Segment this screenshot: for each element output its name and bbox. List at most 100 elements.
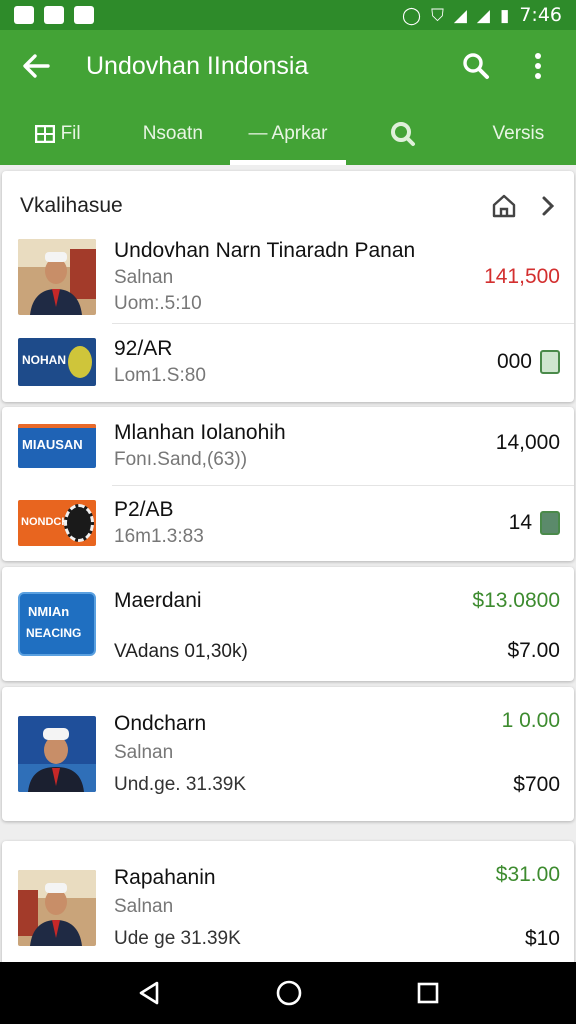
home-nav-icon[interactable] bbox=[274, 978, 304, 1008]
status-left bbox=[14, 6, 94, 24]
tab-label: Aprkar bbox=[271, 122, 328, 144]
person-photo bbox=[18, 239, 96, 315]
logo-text: NONDCH bbox=[21, 516, 70, 528]
document-icon[interactable] bbox=[540, 511, 560, 535]
arrow-left-icon bbox=[23, 54, 50, 78]
item-texts: Ondcharn Salnan Und.ge. 31.39K bbox=[114, 712, 502, 796]
status-bar: ◯ ⛉ ◢ ◢ ▮ 7:46 bbox=[0, 0, 576, 30]
toolbar: Undovhan IIndonsia bbox=[0, 30, 576, 102]
item-meta: Lom1.S:80 bbox=[114, 365, 206, 386]
card-header-title: Vkalihasue bbox=[20, 194, 123, 217]
content-list: Vkalihasue Undovhan Narn Tinaradn Panan … bbox=[0, 165, 576, 962]
item-price: 14 bbox=[508, 511, 532, 534]
item-price: 141,500 bbox=[484, 265, 560, 288]
brand-logo: NONDCH bbox=[18, 500, 96, 546]
logo-text: MIAUSAN bbox=[22, 437, 83, 452]
list-item[interactable]: Ondcharn Salnan Und.ge. 31.39K 1 0.00 $7… bbox=[2, 687, 574, 821]
card: Vkalihasue Undovhan Narn Tinaradn Panan … bbox=[2, 171, 574, 402]
list-item[interactable]: Undovhan Narn Tinaradn Panan Salnan Uom:… bbox=[2, 231, 574, 323]
app-bar: Undovhan IIndonsia Fil Nsoatn — Aprkar V… bbox=[0, 30, 576, 165]
dash-icon: — bbox=[248, 122, 268, 144]
item-texts: P2/AB 16m1.3:83 bbox=[114, 498, 509, 548]
item-texts: 92/AR Lom1.S:80 bbox=[114, 337, 497, 387]
item-texts: Maerdani VAdans 01,30k) bbox=[114, 567, 472, 681]
card: Rapahanin Salnan Ude ge 31.39K $31.00 $1… bbox=[2, 841, 574, 962]
wifi-icon: ◢ bbox=[453, 5, 467, 25]
search-icon bbox=[391, 121, 416, 146]
tab-versis[interactable]: Versis bbox=[461, 102, 576, 165]
recents-nav-icon[interactable] bbox=[415, 980, 441, 1006]
app-title: Undovhan IIndonsia bbox=[86, 51, 309, 80]
item-price: 14,000 bbox=[495, 431, 560, 454]
tab-nsoatn[interactable]: Nsoatn bbox=[115, 102, 230, 165]
alarm-icon: ◯ bbox=[402, 5, 422, 25]
list-item[interactable]: NOHAN 92/AR Lom1.S:80 000 bbox=[2, 323, 574, 401]
item-meta: Fonı.Sand,(63)) bbox=[114, 449, 248, 470]
item-title: Mlanhan Iolanohih bbox=[114, 421, 286, 444]
item-price-box: 000 bbox=[497, 350, 560, 374]
back-button[interactable] bbox=[20, 50, 52, 82]
item-prices: $31.00 $10 bbox=[496, 841, 560, 962]
logo-stripe bbox=[18, 424, 96, 428]
tab-label: Nsoatn bbox=[142, 122, 203, 144]
person-photo-graphic bbox=[18, 239, 96, 315]
item-price: $31.00 bbox=[495, 863, 560, 886]
item-meta: 16m1.3:83 bbox=[114, 526, 204, 547]
list-item[interactable]: NMIAn NEACING Maerdani VAdans 01,30k) $1… bbox=[2, 567, 574, 681]
home-icon[interactable] bbox=[490, 192, 518, 220]
item-title: Undovhan Narn Tinaradn Panan bbox=[114, 239, 416, 262]
chevron-right-icon[interactable] bbox=[540, 195, 556, 217]
item-price: 000 bbox=[496, 350, 532, 373]
item-price-secondary: $700 bbox=[513, 773, 560, 796]
person-photo-graphic bbox=[18, 870, 96, 946]
back-nav-icon[interactable] bbox=[135, 979, 163, 1007]
item-subtitle: Salnan bbox=[114, 896, 174, 917]
more-vert-icon bbox=[535, 53, 541, 79]
search-button[interactable] bbox=[458, 48, 494, 84]
person-photo bbox=[18, 716, 96, 792]
tab-fil[interactable]: Fil bbox=[0, 102, 115, 165]
shield-icon: ⛉ bbox=[431, 5, 444, 25]
card-header: Vkalihasue bbox=[2, 171, 574, 231]
list-item[interactable]: Rapahanin Salnan Ude ge 31.39K $31.00 $1… bbox=[2, 841, 574, 962]
brand-logo: MIAUSAN bbox=[18, 424, 96, 468]
item-meta: Uom:.5:10 bbox=[114, 293, 202, 314]
item-price-secondary: $7.00 bbox=[507, 639, 560, 662]
logo-text: NEACING bbox=[26, 626, 82, 640]
system-nav-bar bbox=[0, 962, 576, 1024]
item-price: $13.0800 bbox=[472, 589, 560, 612]
item-title: Maerdani bbox=[114, 589, 202, 612]
notification-icon bbox=[44, 6, 64, 24]
logo-text: NOHAN bbox=[22, 353, 66, 367]
more-options-button[interactable] bbox=[520, 48, 556, 84]
item-price: 1 0.00 bbox=[501, 709, 560, 732]
logo-emblem bbox=[64, 504, 94, 542]
logo-emblem bbox=[68, 346, 92, 378]
item-meta: Ude ge 31.39K bbox=[114, 928, 241, 949]
tab-label: Versis bbox=[492, 122, 545, 144]
item-title: 92/AR bbox=[114, 337, 173, 360]
notification-icon bbox=[74, 6, 94, 24]
tab-search[interactable] bbox=[346, 102, 461, 165]
card: NMIAn NEACING Maerdani VAdans 01,30k) $1… bbox=[2, 567, 574, 681]
item-price-secondary: $10 bbox=[524, 927, 560, 950]
battery-icon: ▮ bbox=[499, 5, 510, 25]
status-right: ◯ ⛉ ◢ ◢ ▮ 7:46 bbox=[402, 4, 562, 26]
tab-aprkar[interactable]: — Aprkar bbox=[230, 102, 346, 165]
item-subtitle: Salnan bbox=[114, 742, 174, 763]
signal-icon: ◢ bbox=[476, 5, 490, 25]
clock: 7:46 bbox=[519, 4, 562, 26]
item-meta: Und.ge. 31.39K bbox=[114, 774, 247, 795]
item-price-box: 14 bbox=[509, 511, 560, 535]
grid-icon bbox=[34, 124, 55, 143]
tab-bar: Fil Nsoatn — Aprkar Versis bbox=[0, 102, 576, 165]
list-item[interactable]: NONDCH P2/AB 16m1.3:83 14 bbox=[2, 485, 574, 561]
person-photo-graphic bbox=[18, 716, 96, 792]
item-title: P2/AB bbox=[114, 498, 174, 521]
person-photo bbox=[18, 870, 96, 946]
list-item[interactable]: MIAUSAN Mlanhan Iolanohih Fonı.Sand,(63)… bbox=[2, 407, 574, 485]
item-title: Ondcharn bbox=[114, 712, 207, 735]
notification-icon bbox=[14, 6, 34, 24]
card: MIAUSAN Mlanhan Iolanohih Fonı.Sand,(63)… bbox=[2, 407, 574, 561]
document-icon[interactable] bbox=[540, 350, 560, 374]
